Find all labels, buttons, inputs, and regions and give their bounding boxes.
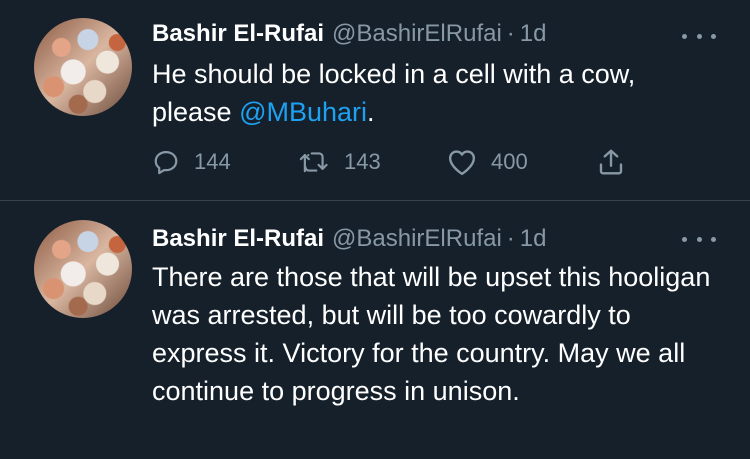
share-icon (599, 149, 623, 175)
like-count: 400 (491, 149, 528, 174)
more-icon[interactable] (682, 26, 716, 46)
author-name[interactable]: Bashir El-Rufai (152, 225, 324, 253)
timestamp[interactable]: 1d (520, 20, 547, 48)
tweet-text: There are those that will be upset this … (152, 262, 711, 406)
retweet-count: 143 (344, 149, 381, 174)
author-name[interactable]: Bashir El-Rufai (152, 20, 324, 48)
timestamp[interactable]: 1d (520, 225, 547, 253)
tweet-text-part: He should be locked in a cell with a cow… (152, 59, 636, 127)
tweet-header: Bashir El-Rufai @BashirElRufai · 1d (152, 16, 547, 52)
more-icon[interactable] (682, 229, 716, 249)
avatar[interactable] (34, 220, 132, 318)
like-icon (448, 150, 476, 176)
retweet-icon (299, 152, 328, 173)
separator: · (506, 225, 515, 252)
reply-count: 144 (194, 149, 231, 174)
mention-link[interactable]: @MBuhari (239, 97, 367, 127)
avatar[interactable] (34, 18, 132, 116)
reply-icon (154, 150, 178, 175)
share-button[interactable] (596, 144, 626, 180)
separator: · (506, 20, 515, 47)
tweet-text: He should be locked in a cell with a cow… (152, 55, 722, 131)
like-button[interactable]: 400 (447, 144, 528, 180)
retweet-button[interactable]: 143 (298, 144, 381, 180)
tweet-text-part: . (367, 97, 375, 127)
tweet-header: Bashir El-Rufai @BashirElRufai · 1d (152, 221, 547, 257)
tweet[interactable]: Bashir El-Rufai @BashirElRufai · 1d He s… (0, 0, 750, 200)
tweet[interactable]: Bashir El-Rufai @BashirElRufai · 1d Ther… (0, 201, 750, 459)
author-handle[interactable]: @BashirElRufai (332, 225, 502, 253)
author-handle[interactable]: @BashirElRufai (332, 20, 502, 48)
tweet-actions: 144 143 400 (152, 144, 632, 180)
reply-button[interactable]: 144 (152, 144, 231, 180)
